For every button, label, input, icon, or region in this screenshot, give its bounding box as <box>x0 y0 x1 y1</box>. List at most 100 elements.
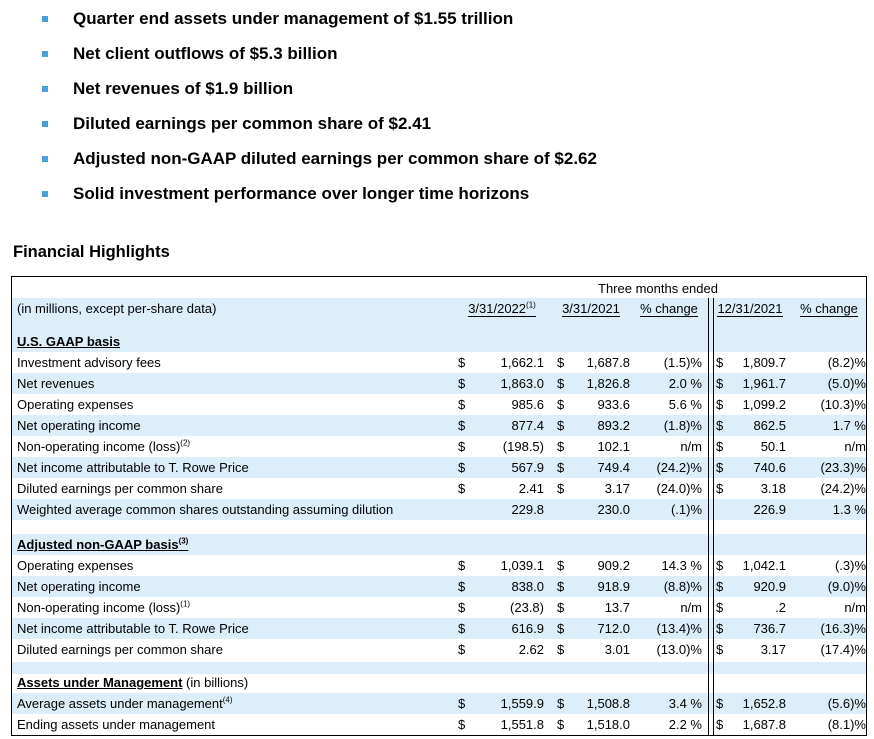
value-12-31-2021: 1,687.8 <box>742 717 786 732</box>
bullet-square-icon <box>42 86 48 92</box>
value-3-31-2022: 985.6 <box>511 397 544 412</box>
pct-change-2: n/m <box>844 600 866 615</box>
value-3-31-2021: 1,508.8 <box>586 696 630 711</box>
highlight-text: Net revenues of $1.9 billion <box>73 79 294 98</box>
pct-change-2: (24.2)% <box>820 481 866 496</box>
bullet-square-icon <box>42 191 48 197</box>
pct-change-1: 14.3 % <box>661 558 702 573</box>
dollar-sign: $ <box>458 696 466 711</box>
pct-change-1: 3.4 % <box>668 696 702 711</box>
dollar-sign: $ <box>557 439 565 454</box>
section-row-gaap: U.S. GAAP basis <box>12 331 866 352</box>
dollar-sign: $ <box>458 579 466 594</box>
spacer-row <box>12 522 866 534</box>
pct-change-2: (16.3)% <box>820 621 866 636</box>
value-3-31-2022: 567.9 <box>511 460 544 475</box>
col-header-12-31-2021: 12/31/2021 <box>717 301 783 317</box>
value-12-31-2021: 50.1 <box>760 439 786 454</box>
dollar-sign: $ <box>557 481 565 496</box>
value-3-31-2021: 230.0 <box>597 502 630 517</box>
dollar-sign: $ <box>557 558 565 573</box>
section-title-aum: Assets under Management (in billions) <box>17 675 249 690</box>
value-3-31-2021: 1,826.8 <box>586 376 630 391</box>
row-label: Ending assets under management <box>17 717 216 732</box>
pct-change-1: (24.0)% <box>656 481 702 496</box>
col-header-pct-change-1: % change <box>640 301 698 317</box>
value-3-31-2022: 1,863.0 <box>500 376 544 391</box>
bullet-square-icon <box>42 156 48 162</box>
highlight-text: Quarter end assets under management of $… <box>73 9 514 28</box>
highlight-item: Diluted earnings per common share of $2.… <box>38 111 597 146</box>
units-label: (in millions, except per-share data) <box>17 301 217 316</box>
dollar-sign: $ <box>557 579 565 594</box>
table-row: Net income attributable to T. Rowe Price… <box>12 618 866 639</box>
dollar-sign: $ <box>716 439 724 454</box>
table-row: Net operating income $877.4 $893.2 (1.8)% $8… <box>12 415 866 436</box>
dollar-sign: $ <box>557 621 565 636</box>
col-header-3-31-2022: 3/31/2022(1) <box>468 300 536 317</box>
row-label: Net revenues <box>17 376 95 391</box>
dollar-sign: $ <box>458 418 466 433</box>
row-label: Investment advisory fees <box>17 355 161 370</box>
dollar-sign: $ <box>557 355 565 370</box>
pct-change-1: (24.2)% <box>656 460 702 475</box>
value-12-31-2021: 1,042.1 <box>742 558 786 573</box>
value-12-31-2021: 920.9 <box>753 579 786 594</box>
pct-change-2: (9.0)% <box>827 579 866 594</box>
dollar-sign: $ <box>458 481 466 496</box>
row-label: Average assets under management(4) <box>17 695 233 711</box>
row-label: Net income attributable to T. Rowe Price <box>17 460 249 475</box>
value-3-31-2022: 1,559.9 <box>500 696 544 711</box>
value-3-31-2021: 918.9 <box>597 579 630 594</box>
column-divider <box>708 298 709 735</box>
bullet-square-icon <box>42 51 48 57</box>
table-row: Diluted earnings per common share $2.62 $3… <box>12 639 866 660</box>
row-label: Non-operating income (loss)(2) <box>17 438 191 454</box>
pct-change-1: (13.0)% <box>656 642 702 657</box>
table-row: Diluted earnings per common share $2.41 $3… <box>12 478 866 499</box>
value-3-31-2021: 3.01 <box>604 642 630 657</box>
dollar-sign: $ <box>557 717 565 732</box>
dollar-sign: $ <box>716 376 724 391</box>
dollar-sign: $ <box>557 600 565 615</box>
value-3-31-2022: (198.5) <box>502 439 544 454</box>
value-12-31-2021: 1,652.8 <box>742 696 786 711</box>
table-row: Net revenues $1,863.0 $1,826.8 2.0 % $1,961.… <box>12 373 866 394</box>
pct-change-1: (8.8)% <box>663 579 702 594</box>
value-3-31-2022: 838.0 <box>511 579 544 594</box>
group-header-row: Three months ended <box>12 278 866 300</box>
section-heading: Financial Highlights <box>13 243 170 261</box>
table-row: Investment advisory fees $1,662.1 $1,687.8… <box>12 352 866 373</box>
dollar-sign: $ <box>458 355 466 370</box>
row-label: Operating expenses <box>17 558 134 573</box>
group-header: Three months ended <box>452 278 864 300</box>
pct-change-1: 5.6 % <box>668 397 702 412</box>
row-label: Weighted average common shares outstandi… <box>17 502 394 517</box>
pct-change-1: (1.8)% <box>663 418 702 433</box>
pct-change-2: (8.1)% <box>827 717 866 732</box>
pct-change-1: (.1)% <box>670 502 702 517</box>
value-3-31-2021: 1,687.8 <box>586 355 630 370</box>
table-row: Average assets under management(4) $1,559… <box>12 693 866 714</box>
value-3-31-2022: 877.4 <box>511 418 544 433</box>
dollar-sign: $ <box>716 460 724 475</box>
section-row-nongaap: Adjusted non-GAAP basis(3) <box>12 534 866 555</box>
dollar-sign: $ <box>716 418 724 433</box>
value-12-31-2021: 1,099.2 <box>742 397 786 412</box>
highlight-text: Net client outflows of $5.3 billion <box>73 44 338 63</box>
table-row: Weighted average common shares outstandi… <box>12 499 866 520</box>
pct-change-2: 1.7 % <box>832 418 866 433</box>
dollar-sign: $ <box>716 481 724 496</box>
bullet-square-icon <box>42 16 48 22</box>
value-12-31-2021: 740.6 <box>753 460 786 475</box>
dollar-sign: $ <box>716 558 724 573</box>
row-label: Diluted earnings per common share <box>17 642 223 657</box>
row-label: Diluted earnings per common share <box>17 481 223 496</box>
value-3-31-2022: 1,551.8 <box>500 717 544 732</box>
dollar-sign: $ <box>716 642 724 657</box>
value-3-31-2022: (23.8) <box>510 600 544 615</box>
table-row: Net operating income $838.0 $918.9 (8.8)% $9… <box>12 576 866 597</box>
pct-change-1: 2.0 % <box>668 376 702 391</box>
value-3-31-2021: 712.0 <box>597 621 630 636</box>
dollar-sign: $ <box>458 376 466 391</box>
